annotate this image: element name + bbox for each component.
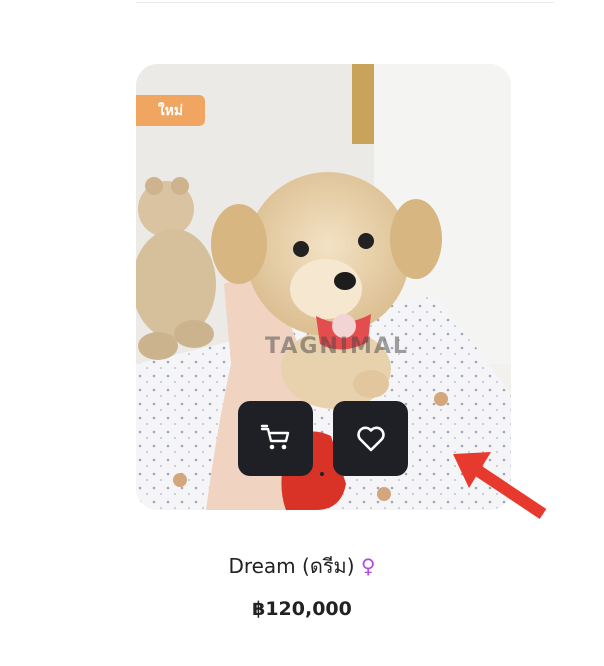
product-photo [136, 64, 511, 510]
product-name[interactable]: Dream (ดรีม) [228, 554, 354, 578]
top-divider [136, 2, 554, 3]
annotation-arrow [453, 452, 547, 519]
female-gender-icon: ♀ [360, 554, 376, 578]
product-price: ฿120,000 [252, 598, 352, 620]
add-to-cart-button[interactable] [238, 401, 313, 476]
watermark: TAGNIMAL [265, 334, 409, 359]
wishlist-button[interactable] [333, 401, 408, 476]
heart-icon [356, 426, 385, 451]
product-name-row[interactable]: Dream (ดรีม) ♀ [0, 550, 604, 582]
product-image[interactable]: ใหม่ TAGNIMAL [136, 64, 511, 510]
new-badge: ใหม่ [136, 95, 205, 126]
shopping-cart-icon [260, 424, 289, 449]
